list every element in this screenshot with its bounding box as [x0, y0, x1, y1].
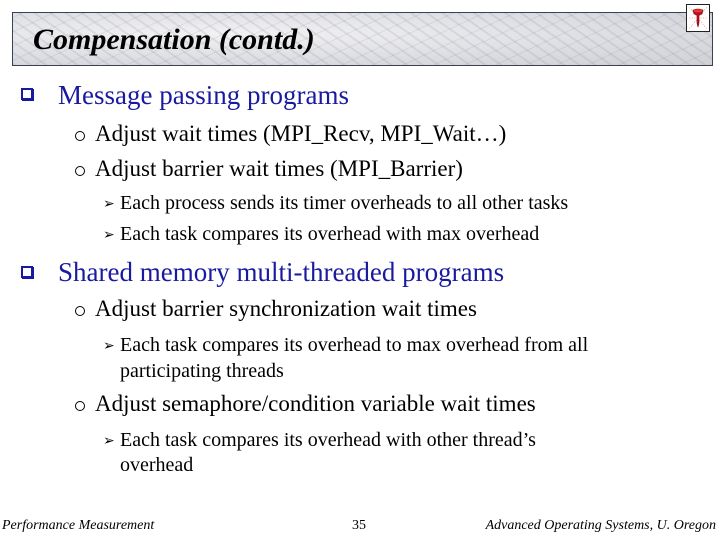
bullet-message-passing: Message passing programs	[58, 80, 349, 110]
bullet-process-sends-overheads: Each process sends its timer overheads t…	[120, 192, 569, 214]
arrow-bullet-icon: ➢	[103, 434, 115, 449]
bullet-adjust-wait-times: Adjust wait times (MPI_Recv, MPI_Wait…)	[95, 121, 507, 146]
arrow-bullet-icon: ➢	[103, 197, 115, 212]
bullet-adjust-barrier-sync: Adjust barrier synchronization wait time…	[95, 296, 477, 321]
bullet-adjust-barrier-wait: Adjust barrier wait times (MPI_Barrier)	[95, 156, 463, 181]
bullet-adjust-semaphore: Adjust semaphore/condition variable wait…	[95, 391, 536, 416]
arrow-bullet-icon: ➢	[103, 228, 115, 243]
square-bullet-icon	[21, 266, 33, 278]
circle-bullet-icon	[75, 131, 85, 141]
footer-right: Advanced Operating Systems, U. Oregon	[485, 518, 716, 533]
arrow-bullet-icon: ➢	[103, 339, 115, 354]
page-number: 35	[352, 518, 366, 533]
bullet-shared-memory: Shared memory multi-threaded programs	[58, 257, 505, 287]
square-bullet-icon	[21, 88, 33, 100]
bullet-task-compares-other-thread-line2: overhead	[120, 454, 194, 476]
title-banner: Compensation (contd.)	[12, 12, 713, 66]
slide-title: Compensation (contd.)	[33, 23, 315, 56]
bullet-task-compares-all-threads-line2: participating threads	[120, 360, 284, 382]
bullet-task-compares-max: Each task compares its overhead with max…	[120, 223, 540, 245]
circle-bullet-icon	[75, 166, 85, 176]
footer-left: Performance Measurement	[2, 518, 155, 533]
circle-bullet-icon	[75, 401, 85, 411]
bullet-task-compares-all-threads-line1: Each task compares its overhead to max o…	[120, 334, 589, 356]
circle-bullet-icon	[75, 306, 85, 316]
pushpin-icon	[686, 4, 710, 32]
bullet-task-compares-other-thread-line1: Each task compares its overhead with oth…	[120, 429, 536, 451]
